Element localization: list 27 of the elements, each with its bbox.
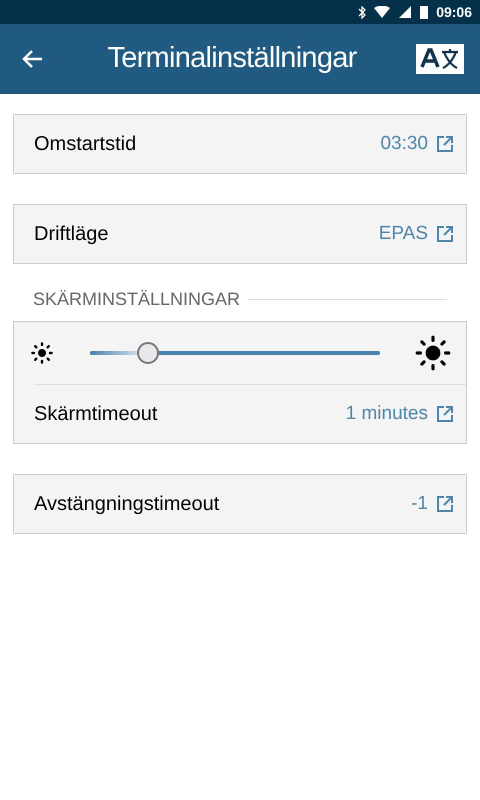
setting-label: Omstartstid (34, 132, 136, 157)
section-heading: SKÄRMINSTÄLLNINGAR (33, 288, 240, 311)
setting-card[interactable]: Omstartstid 03:30 (13, 114, 467, 174)
signal-icon (398, 5, 412, 19)
clock-time: 09:06 (436, 2, 472, 22)
wifi-icon (374, 6, 390, 18)
external-link-icon (436, 225, 454, 243)
bluetooth-icon (358, 6, 366, 18)
setting-label: Driftläge (34, 222, 108, 247)
page-title: Terminalinställningar (106, 41, 358, 76)
external-link-icon (436, 135, 454, 153)
setting-card[interactable]: Driftläge EPAS (13, 204, 467, 264)
back-arrow-icon (21, 49, 43, 69)
external-link-icon (436, 495, 454, 513)
setting-value-link[interactable]: 03:30 (380, 130, 454, 158)
battery-icon (420, 5, 428, 19)
setting-value-link[interactable]: EPAS (378, 220, 454, 248)
setting-label: Skärmtimeout (34, 402, 158, 427)
setting-label: Avstängningstimeout (34, 492, 220, 517)
translate-icon (419, 47, 461, 71)
translate-button[interactable] (416, 44, 464, 74)
external-link-icon (436, 405, 454, 423)
slider-thumb[interactable] (137, 342, 159, 364)
setting-value-link[interactable]: 1 minutes (346, 400, 454, 428)
setting-card[interactable]: Avstängningstimeout -1 (13, 474, 467, 534)
setting-value-link[interactable]: -1 (411, 490, 454, 518)
brightness-slider[interactable] (90, 342, 380, 364)
